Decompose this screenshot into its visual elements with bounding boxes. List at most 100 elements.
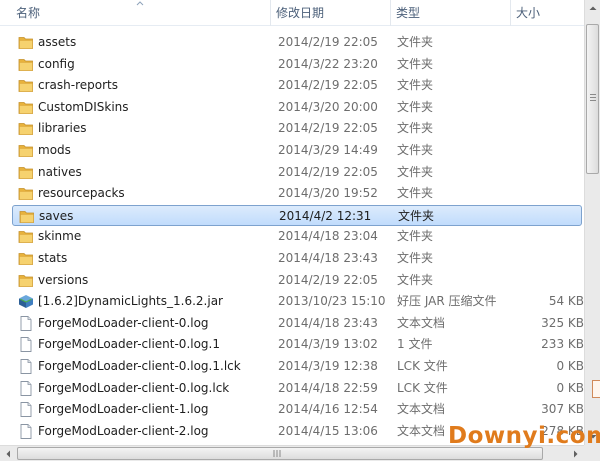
file-name: assets <box>38 35 77 49</box>
file-date: 2014/4/18 23:43 <box>278 315 378 330</box>
file-row[interactable]: versions 2014/2/19 22:05 文件夹 <box>12 270 582 291</box>
column-header-size[interactable]: 大小 <box>512 0 584 26</box>
file-row[interactable]: resourcepacks 2014/3/20 19:52 文件夹 <box>12 183 582 204</box>
file-size: 0 KB <box>556 380 584 395</box>
file-row[interactable]: natives 2014/2/19 22:05 文件夹 <box>12 162 582 183</box>
file-date: 2014/3/20 19:52 <box>278 186 378 201</box>
column-header-size-label: 大小 <box>516 6 541 20</box>
folder-icon <box>18 165 34 180</box>
column-header-bar: 名称 修改日期 类型 大小 <box>0 0 584 26</box>
folder-icon <box>18 57 34 72</box>
vertical-scroll-thumb[interactable] <box>586 24 599 174</box>
file-name: [1.6.2]DynamicLights_1.6.2.jar <box>38 294 223 309</box>
file-type: 好压 JAR 压缩文件 <box>397 294 497 309</box>
file-name: ForgeModLoader-client-1.log <box>38 402 209 417</box>
file-row[interactable]: skinme 2014/4/18 23:04 文件夹 <box>12 226 582 247</box>
file-row[interactable]: [1.6.2]DynamicLights_1.6.2.jar 2013/10/23… <box>12 291 584 312</box>
scroll-grip-line <box>590 97 596 98</box>
file-date: 2014/2/19 22:05 <box>278 78 378 93</box>
file-row[interactable]: assets 2014/2/19 22:05 文件夹 <box>12 32 582 53</box>
folder-icon <box>18 100 34 115</box>
file-date: 2014/3/22 23:20 <box>278 56 378 71</box>
column-header-type-label: 类型 <box>396 6 421 20</box>
document-icon <box>18 380 34 396</box>
file-date: 2014/4/15 13:06 <box>278 423 378 438</box>
file-row[interactable]: crash-reports 2014/2/19 22:05 文件夹 <box>12 75 582 96</box>
folder-icon <box>18 186 34 201</box>
folder-icon <box>18 251 34 266</box>
scroll-grip-line <box>590 100 596 101</box>
file-type: 文件夹 <box>397 229 434 244</box>
folder-icon <box>18 273 34 288</box>
vertical-scrollbar[interactable] <box>584 0 600 445</box>
column-header-type[interactable]: 类型 <box>392 0 510 26</box>
file-row[interactable]: saves 2014/4/2 12:31 文件夹 <box>12 204 582 226</box>
file-name: libraries <box>38 121 87 136</box>
file-type: 文本文档 <box>397 402 446 417</box>
file-row[interactable]: stats 2014/4/18 23:43 文件夹 <box>12 248 582 269</box>
column-header-name-label: 名称 <box>16 6 41 20</box>
file-type: 文件夹 <box>398 208 435 223</box>
file-name: CustomDISkins <box>38 99 129 114</box>
file-size: 325 KB <box>541 315 584 330</box>
file-row[interactable]: ForgeModLoader-client-0.log.1.lck 2014/3/… <box>12 356 584 377</box>
file-type: 文件夹 <box>397 35 434 49</box>
file-type: LCK 文件 <box>397 380 448 395</box>
file-date: 2014/4/18 23:43 <box>278 251 378 265</box>
file-date: 2014/4/18 23:04 <box>278 229 378 244</box>
folder-icon <box>18 121 34 136</box>
file-row[interactable]: libraries 2014/2/19 22:05 文件夹 <box>12 118 582 139</box>
column-separator[interactable] <box>270 0 271 26</box>
file-date: 2014/3/19 12:38 <box>278 359 378 373</box>
sort-ascending-icon <box>136 1 144 6</box>
file-type: 文件夹 <box>397 121 434 136</box>
file-row[interactable]: config 2014/3/22 23:20 文件夹 <box>12 54 582 75</box>
file-name: ForgeModLoader-client-2.log <box>38 423 209 438</box>
file-row[interactable]: mods 2014/3/29 14:49 文件夹 <box>12 140 582 161</box>
file-size: 307 KB <box>541 402 584 417</box>
file-type: 文本文档 <box>397 315 446 330</box>
file-row[interactable]: CustomDISkins 2014/3/20 20:00 文件夹 <box>12 97 582 118</box>
scroll-grip-icon <box>273 450 281 457</box>
file-name: versions <box>38 272 89 287</box>
file-name: stats <box>38 251 68 265</box>
file-row[interactable]: ForgeModLoader-client-0.log 2014/4/18 23:… <box>12 313 584 334</box>
file-name: resourcepacks <box>38 186 125 201</box>
folder-icon <box>18 78 34 93</box>
file-type: 文件夹 <box>397 272 434 287</box>
file-date: 2014/2/19 22:05 <box>278 35 378 49</box>
file-type: 文件夹 <box>397 143 434 157</box>
file-date: 2014/4/16 12:54 <box>278 402 378 417</box>
file-name: natives <box>38 164 82 179</box>
file-name: mods <box>38 143 71 157</box>
file-name: config <box>38 56 75 71</box>
file-date: 2013/10/23 15:10 <box>278 294 386 309</box>
file-name: ForgeModLoader-client-0.log.1.lck <box>38 359 241 373</box>
file-date: 2014/2/19 22:05 <box>278 121 378 136</box>
scroll-grip-line <box>590 94 596 95</box>
file-row[interactable]: ForgeModLoader-client-0.log.1 2014/3/19 1… <box>12 334 584 355</box>
column-separator[interactable] <box>510 0 511 26</box>
file-date: 2014/3/29 14:49 <box>278 143 378 157</box>
file-date: 2014/2/19 22:05 <box>278 272 378 287</box>
scroll-left-arrow-icon[interactable] <box>0 446 17 461</box>
file-type: 文件夹 <box>397 56 434 71</box>
scroll-up-arrow-icon[interactable] <box>585 0 600 17</box>
file-date: 2014/4/2 12:31 <box>279 208 372 223</box>
file-type: 文件夹 <box>397 78 434 93</box>
file-name: ForgeModLoader-client-0.log.1 <box>38 337 220 352</box>
column-header-date[interactable]: 修改日期 <box>272 0 390 26</box>
column-separator[interactable] <box>390 0 391 26</box>
column-header-date-label: 修改日期 <box>276 6 325 20</box>
jar-archive-icon <box>18 294 34 309</box>
file-row[interactable]: ForgeModLoader-client-0.log.lck 2014/4/18… <box>12 378 584 399</box>
file-type: LCK 文件 <box>397 359 448 373</box>
document-icon <box>18 337 34 353</box>
file-row[interactable]: ForgeModLoader-client-1.log 2014/4/16 12:… <box>12 399 584 420</box>
document-icon <box>18 402 34 418</box>
folder-icon <box>18 229 34 244</box>
file-name: skinme <box>38 229 82 244</box>
file-type: 文件夹 <box>397 164 434 179</box>
file-date: 2014/3/20 20:00 <box>278 99 378 114</box>
file-type: 文件夹 <box>397 186 434 201</box>
